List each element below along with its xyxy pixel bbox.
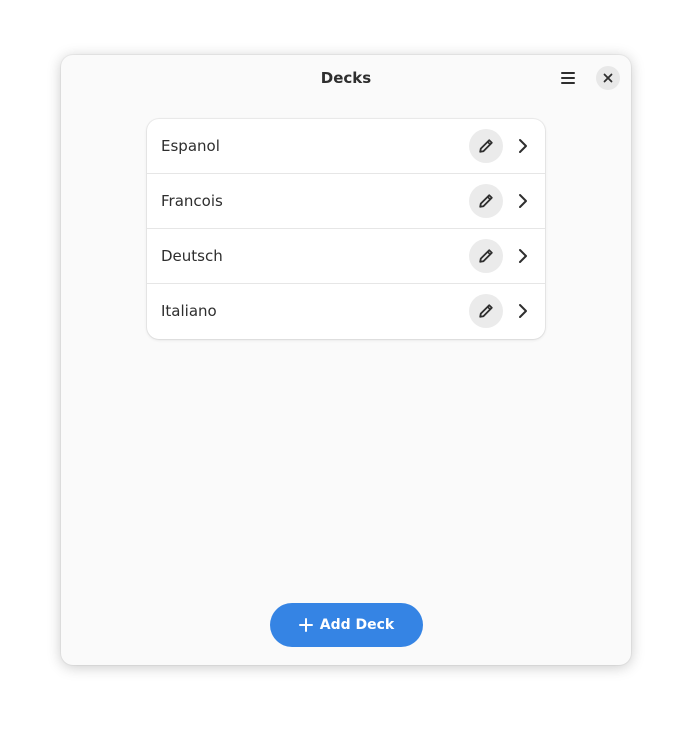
deck-row[interactable]: Espanol: [147, 119, 545, 174]
deck-name: Deutsch: [161, 247, 223, 265]
pencil-icon: [479, 194, 493, 208]
add-deck-button[interactable]: Add Deck: [270, 603, 423, 647]
edit-deck-button[interactable]: [469, 294, 503, 328]
app-window: Decks Espanol Francois Deutsch Italiano …: [61, 55, 631, 665]
chevron-right-icon: [519, 304, 527, 318]
deck-row[interactable]: Italiano: [147, 284, 545, 339]
chevron-right-icon: [519, 139, 527, 153]
chevron-right-icon: [519, 194, 527, 208]
pencil-icon: [479, 139, 493, 153]
window-title: Decks: [320, 69, 372, 87]
deck-row[interactable]: Francois: [147, 174, 545, 229]
open-deck-button[interactable]: [513, 301, 533, 321]
main-menu-button[interactable]: [552, 65, 584, 91]
add-deck-label: Add Deck: [319, 617, 395, 633]
open-deck-button[interactable]: [513, 191, 533, 211]
deck-row[interactable]: Deutsch: [147, 229, 545, 284]
open-deck-button[interactable]: [513, 246, 533, 266]
chevron-right-icon: [519, 249, 527, 263]
open-deck-button[interactable]: [513, 136, 533, 156]
close-icon: [603, 73, 613, 83]
plus-icon: [298, 618, 313, 632]
deck-name: Espanol: [161, 137, 220, 155]
deck-name: Francois: [161, 192, 223, 210]
deck-name: Italiano: [161, 302, 217, 320]
deck-list: Espanol Francois Deutsch Italiano: [147, 119, 545, 339]
pencil-icon: [479, 249, 493, 263]
edit-deck-button[interactable]: [469, 184, 503, 218]
edit-deck-button[interactable]: [469, 239, 503, 273]
pencil-icon: [479, 304, 493, 318]
edit-deck-button[interactable]: [469, 129, 503, 163]
close-button[interactable]: [596, 66, 620, 90]
hamburger-menu-icon: [561, 72, 575, 84]
header-bar: Decks: [61, 55, 631, 102]
